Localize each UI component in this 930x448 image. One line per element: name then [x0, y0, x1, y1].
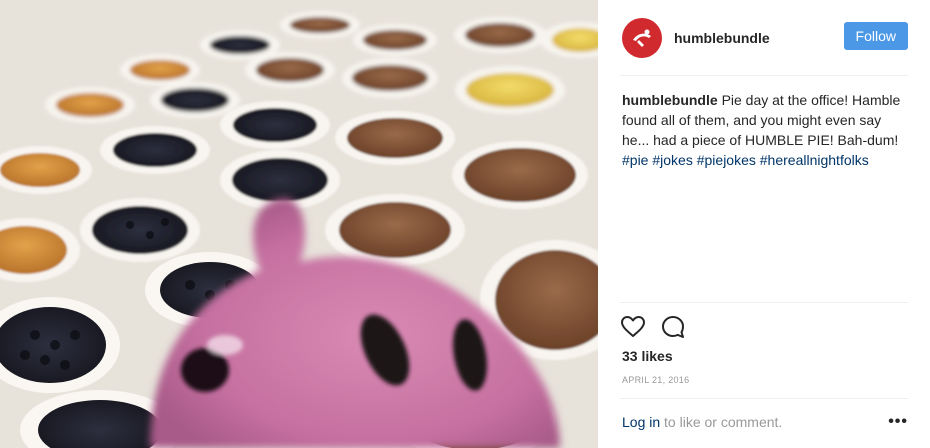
humble-bundle-logo-icon[interactable]	[622, 18, 662, 58]
caption-divider	[620, 302, 908, 303]
footer-divider	[620, 398, 908, 399]
likes-count[interactable]: 33 likes	[622, 348, 673, 364]
hashtag-jokes[interactable]: #jokes	[652, 152, 692, 168]
post-side-panel: humblebundle Follow humblebundle Pie day…	[598, 0, 930, 448]
hashtag-piejokes[interactable]: #piejokes	[697, 152, 756, 168]
follow-button[interactable]: Follow	[843, 22, 908, 50]
login-link[interactable]: Log in	[622, 414, 660, 430]
account-username[interactable]: humblebundle	[674, 30, 770, 46]
hashtag-pie[interactable]: #pie	[622, 152, 648, 168]
login-suffix: to like or comment.	[664, 414, 783, 430]
comment-bubble-icon[interactable]	[660, 314, 686, 340]
post-photo[interactable]	[0, 0, 598, 448]
post-actions	[620, 314, 686, 340]
more-options-icon[interactable]: •••	[888, 413, 908, 431]
post-header: humblebundle Follow	[622, 16, 908, 60]
pies-felt-pig-image	[0, 0, 598, 448]
header-divider	[620, 75, 908, 76]
caption-username[interactable]: humblebundle	[622, 92, 718, 108]
login-prompt: Log in to like or comment.	[622, 414, 782, 430]
instagram-post: humblebundle Follow humblebundle Pie day…	[0, 0, 930, 448]
hashtag-hereallnightfolks[interactable]: #hereallnightfolks	[760, 152, 869, 168]
post-date[interactable]: APRIL 21, 2016	[622, 375, 689, 385]
post-caption: humblebundle Pie day at the office! Hamb…	[622, 90, 910, 170]
heart-icon[interactable]	[620, 314, 646, 340]
